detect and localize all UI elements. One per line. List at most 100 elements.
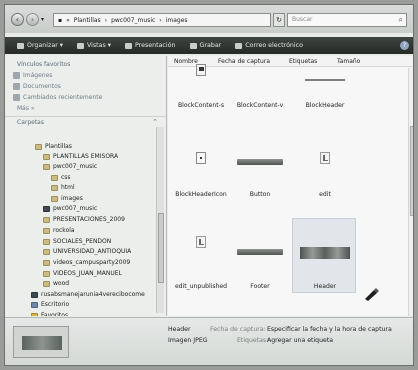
- tree-item-5[interactable]: images: [5, 194, 155, 204]
- column-size[interactable]: Tamaño: [337, 58, 360, 65]
- file-item[interactable]: BlockHeader: [292, 70, 358, 140]
- organize-icon: [17, 42, 24, 49]
- folder-icon: [43, 271, 50, 277]
- file-item[interactable]: edit_unpublished: [168, 236, 234, 307]
- tree-item-11[interactable]: videos_campusparty2009: [5, 258, 155, 268]
- views-button[interactable]: Vistas ▾: [76, 42, 111, 49]
- back-button[interactable]: ‹: [11, 13, 24, 26]
- file-list-scroll-thumb[interactable]: [410, 126, 413, 216]
- burn-button[interactable]: Grabar: [189, 42, 221, 49]
- breadcrumb-plantillas[interactable]: Plantillas: [74, 17, 101, 24]
- email-button[interactable]: Correo electrónico: [235, 42, 303, 49]
- tree-item-13[interactable]: wood: [5, 279, 155, 289]
- command-bar: Organizar ▾ Vistas ▾ Presentación Grabar…: [5, 37, 413, 54]
- tree-item-label: images: [61, 195, 83, 202]
- tree-item-label: videos_campusparty2009: [53, 259, 131, 266]
- tree-item-label: Escritorio: [41, 301, 70, 308]
- selected-file-type: Imagen JPEG: [168, 337, 208, 344]
- folder-icon: ▪: [58, 16, 63, 24]
- disc-icon: [189, 42, 197, 49]
- organize-button[interactable]: Organizar ▾: [17, 42, 63, 49]
- tree-item-1[interactable]: PLANTILLAS EMISORA: [5, 152, 155, 162]
- image-file-icon: [196, 152, 206, 164]
- slideshow-button[interactable]: Presentación: [124, 42, 176, 49]
- folder-icon: [43, 281, 50, 287]
- favorite-links-header: Vínculos favoritos: [17, 61, 71, 68]
- tree-item-15[interactable]: Escritorio: [5, 300, 155, 310]
- file-list-scrollbar[interactable]: [408, 68, 413, 316]
- tree-item-3[interactable]: css: [5, 173, 155, 183]
- explorer-window: ‹ › ▾ ▪ « Plantillas › pwc007_music › im…: [4, 4, 414, 366]
- folder-icon: [43, 228, 50, 234]
- image-file-icon: [196, 64, 206, 76]
- favorite-link-recent[interactable]: Cambiados recientemente: [5, 92, 166, 103]
- file-name: BlockContent-s: [177, 102, 225, 109]
- tree-item-label: Plantillas: [45, 143, 72, 150]
- tree-item-label: UNIVERSIDAD_ANTIOQUIA: [53, 248, 132, 255]
- folder-icon: [51, 196, 58, 202]
- sidebar-scroll-thumb[interactable]: [158, 213, 164, 283]
- tree-item-label: rusabsmanejarunia4verecibocome: [41, 291, 145, 298]
- image-file-icon: [237, 159, 283, 165]
- navigation-pane: Vínculos favoritos Imágenes Documentos C…: [5, 56, 167, 316]
- tags-label: Etiquetas:: [237, 337, 269, 344]
- folder-icon: [31, 292, 38, 298]
- file-name: BlockHeader: [305, 102, 345, 109]
- folder-icon: [35, 144, 42, 150]
- tree-item-label: SOCIALES_PENDON: [53, 238, 112, 245]
- tree-item-label: css: [61, 174, 71, 181]
- favorite-link-images[interactable]: Imágenes: [5, 70, 166, 81]
- tree-item-label: Favoritos: [41, 312, 69, 316]
- tree-item-9[interactable]: SOCIALES_PENDON: [5, 237, 155, 247]
- image-file-icon: [300, 247, 350, 259]
- more-link[interactable]: Más »: [5, 103, 166, 114]
- search-icon[interactable]: ⌕: [399, 14, 403, 26]
- forward-button[interactable]: ›: [26, 13, 39, 26]
- tree-item-2[interactable]: pwc007_music: [5, 162, 155, 172]
- breadcrumb-pwc007-music[interactable]: pwc007_music: [111, 17, 155, 24]
- folder-icon: [43, 206, 50, 212]
- slideshow-icon: [124, 42, 132, 49]
- tree-item-label: PRESENTACIONES_2009: [53, 216, 125, 223]
- refresh-button[interactable]: ↻: [273, 13, 285, 27]
- date-taken-value[interactable]: Especificar la fecha y la hora de captur…: [267, 326, 392, 333]
- tree-item-14[interactable]: rusabsmanejarunia4verecibocome: [5, 290, 155, 300]
- tree-item-16[interactable]: Favoritos: [5, 311, 155, 316]
- recent-pages-chevron-icon[interactable]: ▾: [41, 16, 44, 23]
- tree-item-8[interactable]: rockola: [5, 226, 155, 236]
- tree-item-label: html: [61, 184, 75, 191]
- file-item[interactable]: Button: [227, 152, 293, 222]
- image-file-icon: [305, 79, 345, 81]
- tags-value[interactable]: Agregar una etiqueta: [267, 337, 333, 344]
- file-item[interactable]: Header: [292, 237, 358, 307]
- sidebar-scrollbar[interactable]: [156, 127, 164, 313]
- tree-item-7[interactable]: PRESENTACIONES_2009: [5, 215, 155, 225]
- tree-item-0[interactable]: Plantillas: [5, 142, 155, 152]
- tree-item-10[interactable]: UNIVERSIDAD_ANTIOQUIA: [5, 247, 155, 257]
- tree-item-6[interactable]: pwc007_music: [5, 204, 155, 214]
- file-item[interactable]: Footer: [227, 237, 293, 307]
- file-item[interactable]: BlockContent-v: [227, 70, 293, 140]
- address-bar[interactable]: ▪ « Plantillas › pwc007_music › images: [53, 13, 271, 27]
- edit-image-icon: [196, 236, 206, 248]
- folder-icon: [51, 175, 58, 181]
- tree-item-label: PLANTILLAS EMISORA: [53, 153, 119, 160]
- favorites-icon: [31, 313, 38, 316]
- folders-header[interactable]: Carpetas ⌃: [5, 116, 166, 127]
- help-icon[interactable]: ?: [400, 41, 409, 50]
- file-item[interactable]: BlockContent-s: [168, 64, 234, 140]
- column-name[interactable]: Nombre: [174, 58, 198, 65]
- breadcrumb-images[interactable]: images: [166, 17, 188, 24]
- preview-thumbnail: [13, 326, 69, 358]
- search-input[interactable]: Buscar ⌕: [287, 13, 407, 27]
- column-tags[interactable]: Etiquetas: [289, 58, 317, 65]
- tree-item-12[interactable]: VIDEOS_JUAN_MANUEL: [5, 269, 155, 279]
- favorite-link-documents[interactable]: Documentos: [5, 81, 166, 92]
- file-item[interactable]: edit: [292, 152, 358, 222]
- file-item[interactable]: BlockHeaderIcon: [168, 152, 234, 222]
- tree-item-4[interactable]: html: [5, 183, 155, 193]
- file-name: BlockHeaderIcon: [175, 191, 227, 198]
- column-date[interactable]: Fecha de captura: [218, 58, 270, 65]
- tree-item-label: wood: [53, 280, 70, 287]
- tree-item-label: rockola: [53, 227, 75, 234]
